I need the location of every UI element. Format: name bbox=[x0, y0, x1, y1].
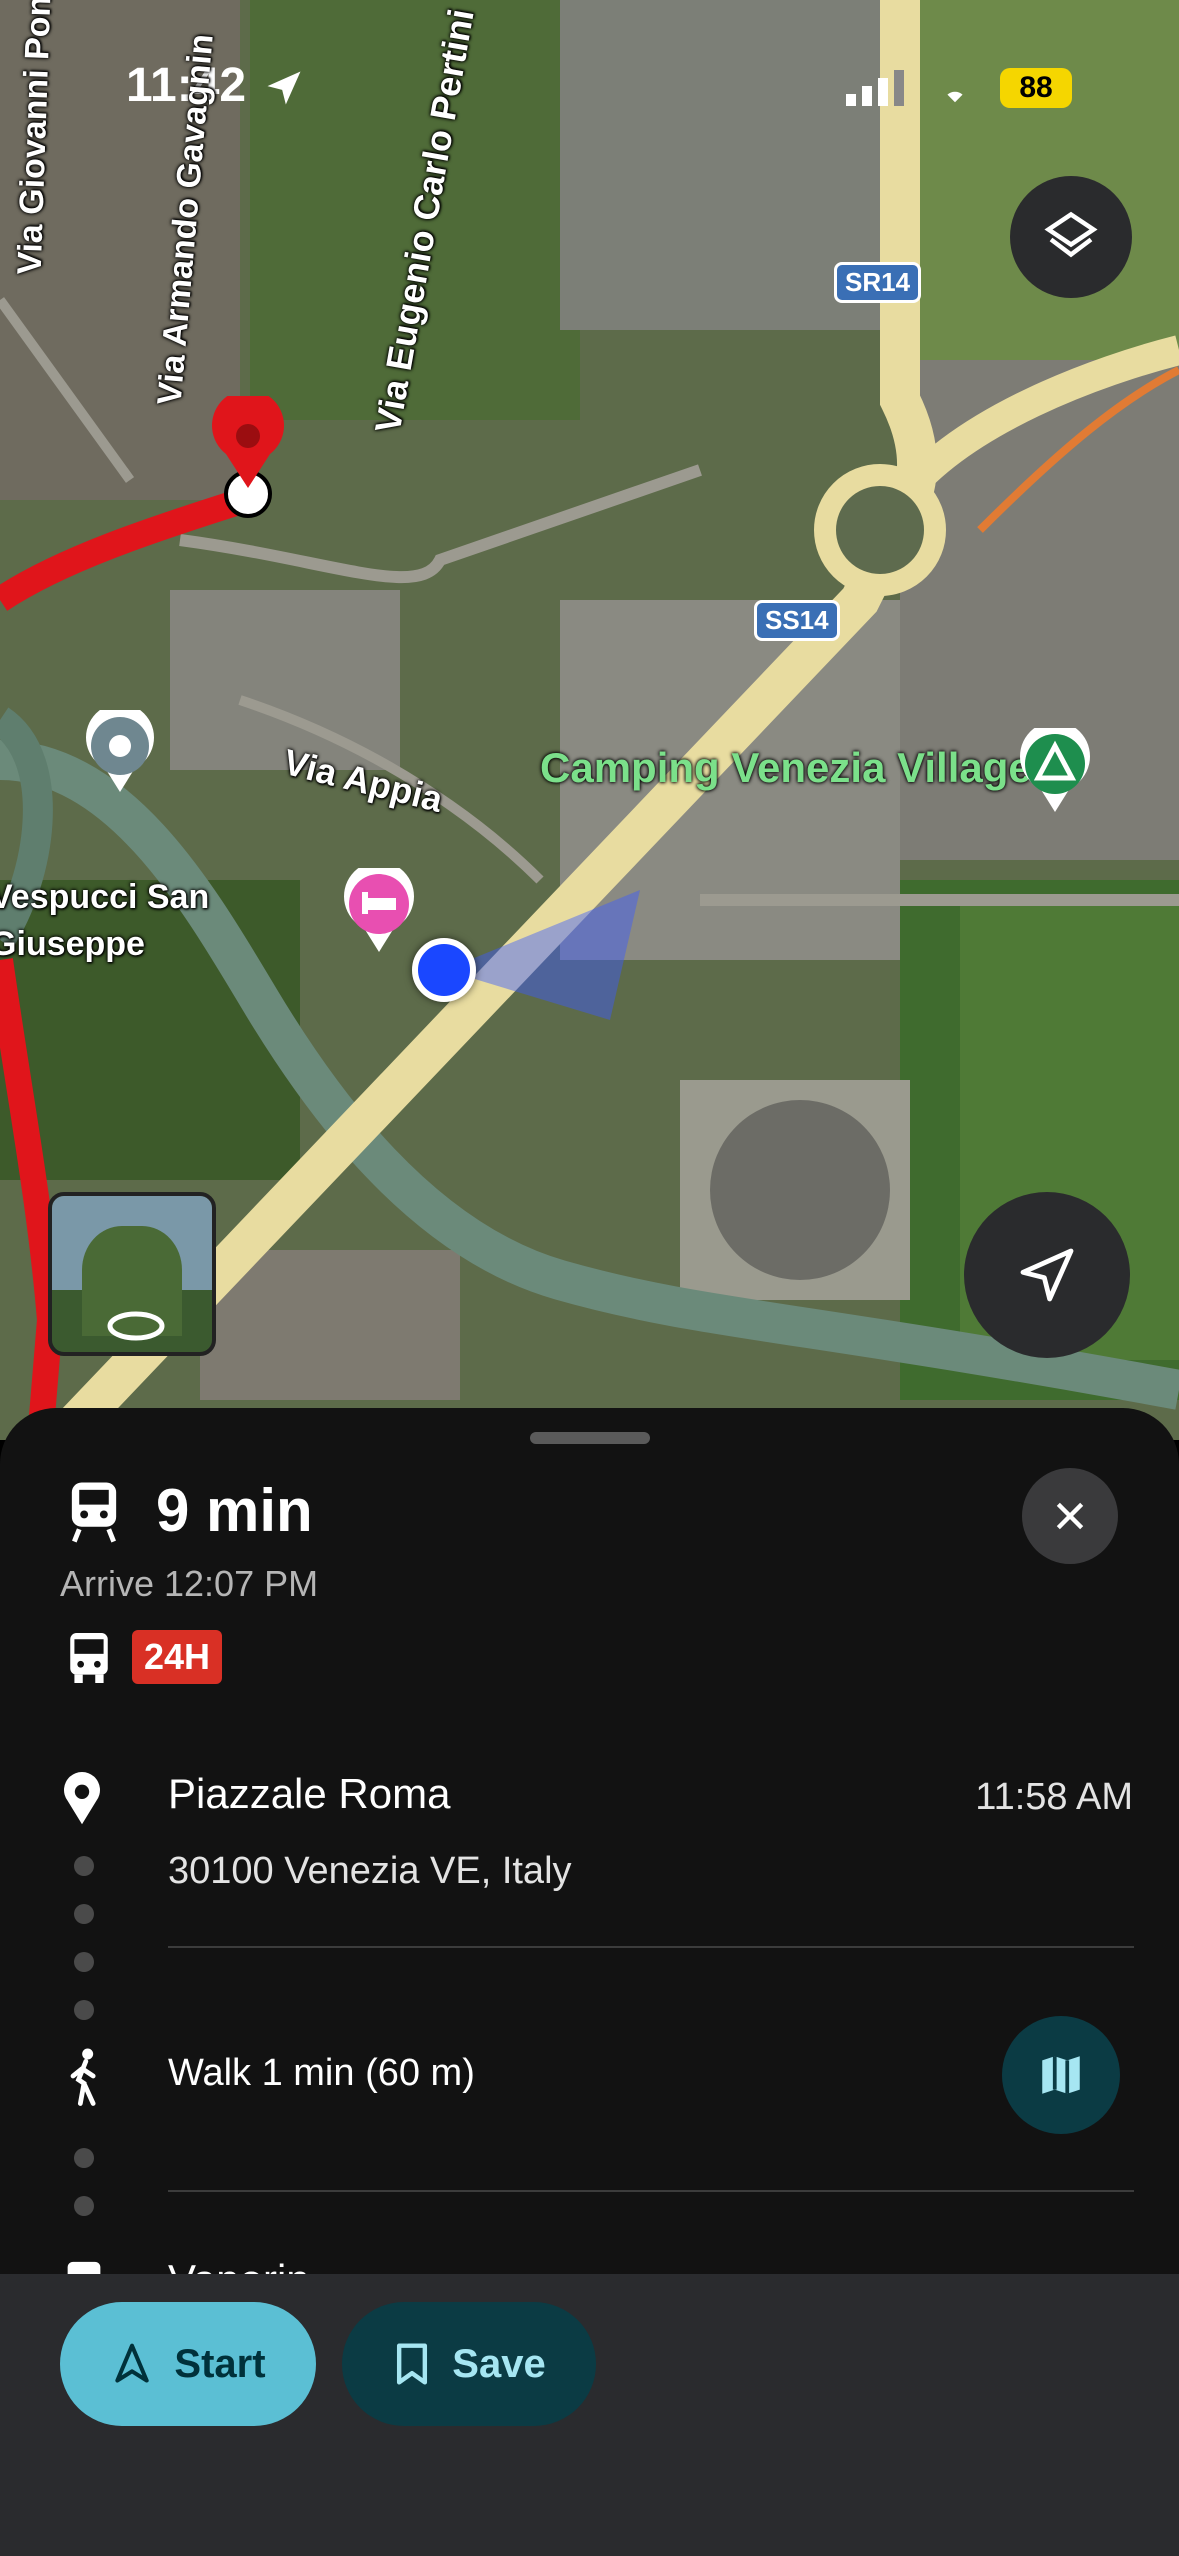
location-pin-icon bbox=[64, 1772, 100, 1825]
place-label: Vespucci San bbox=[0, 878, 210, 916]
sheet-drag-handle[interactable] bbox=[530, 1432, 650, 1444]
step-divider bbox=[168, 1946, 1134, 1948]
route-dot bbox=[74, 2196, 94, 2216]
route-dot bbox=[74, 2000, 94, 2020]
signal-icon bbox=[846, 70, 904, 106]
origin-address: 30100 Venezia VE, Italy bbox=[168, 1850, 572, 1892]
save-button[interactable]: Save bbox=[342, 2302, 596, 2426]
step-divider bbox=[168, 2190, 1134, 2192]
action-bar: Start Save bbox=[0, 2274, 1179, 2556]
trip-duration: 9 min bbox=[156, 1477, 313, 1544]
route-dot bbox=[74, 1904, 94, 1924]
layers-icon bbox=[1044, 211, 1098, 258]
map-icon bbox=[1042, 2056, 1080, 2094]
map-view[interactable]: 11:42 88 Via Giovanni Pont Via Armando G… bbox=[0, 0, 1179, 1440]
transit-line-badge[interactable]: 24H bbox=[132, 1630, 223, 1684]
route-dot bbox=[74, 1856, 94, 1876]
location-arrow-icon bbox=[267, 71, 301, 105]
origin-time: 11:58 AM bbox=[975, 1776, 1133, 1818]
camping-pin-icon[interactable] bbox=[1018, 728, 1092, 814]
place-pin-icon[interactable] bbox=[84, 710, 156, 794]
walk-icon bbox=[70, 2048, 96, 2106]
layers-button[interactable] bbox=[1010, 176, 1132, 298]
save-button-label: Save bbox=[452, 2341, 546, 2386]
hotel-pin-icon[interactable] bbox=[342, 868, 416, 954]
close-button[interactable] bbox=[1022, 1468, 1118, 1564]
road-shield-ss14: SS14 bbox=[754, 600, 840, 641]
rotate-360-icon bbox=[107, 1311, 165, 1341]
walk-map-button[interactable] bbox=[1002, 2016, 1120, 2134]
battery-indicator: 88 bbox=[1000, 68, 1072, 108]
route-dot bbox=[74, 2148, 94, 2168]
destination-marker-icon[interactable] bbox=[208, 396, 288, 520]
navigation-arrow-icon bbox=[1020, 1248, 1074, 1302]
wifi-icon bbox=[947, 91, 963, 103]
recenter-button[interactable] bbox=[964, 1192, 1130, 1358]
start-button-label: Start bbox=[174, 2341, 266, 2386]
current-location-dot bbox=[412, 938, 476, 1002]
route-dot bbox=[74, 1952, 94, 1972]
place-label: Giuseppe bbox=[0, 925, 145, 963]
bus-icon bbox=[70, 1633, 108, 1683]
close-icon bbox=[1056, 1502, 1084, 1530]
poi-label-camping[interactable]: Camping Venezia Village bbox=[540, 744, 1032, 792]
bookmark-icon bbox=[397, 2343, 428, 2385]
navigation-arrow-icon bbox=[115, 2343, 150, 2383]
road-shield-sr14: SR14 bbox=[834, 262, 922, 303]
street-view-thumbnail[interactable] bbox=[48, 1192, 216, 1356]
arrival-time: Arrive 12:07 PM bbox=[60, 1563, 319, 1604]
train-icon bbox=[71, 1482, 117, 1543]
origin-title[interactable]: Piazzale Roma bbox=[168, 1770, 450, 1818]
start-button[interactable]: Start bbox=[60, 2302, 316, 2426]
walk-step-label[interactable]: Walk 1 min (60 m) bbox=[168, 2052, 475, 2095]
